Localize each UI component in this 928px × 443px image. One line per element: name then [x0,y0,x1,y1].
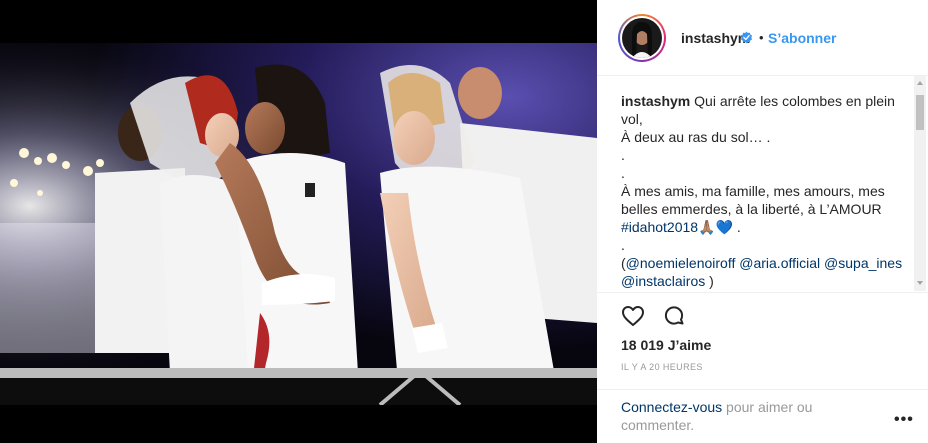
caption-line: . [621,237,625,253]
avatar-image [622,18,662,58]
scroll-up-arrow-icon[interactable] [914,78,926,88]
post-header: instashym • S’abonner [597,0,928,76]
caption-username[interactable]: instashym [621,93,690,109]
profile-avatar[interactable] [618,14,666,62]
mention-link[interactable]: @instaclairos [621,273,705,289]
divider [597,292,928,293]
post-photo[interactable] [0,43,597,405]
divider [597,389,928,390]
scroll-down-arrow-icon[interactable] [914,278,926,288]
follow-button[interactable]: S’abonner [768,30,836,46]
comment-bubble-icon[interactable] [662,304,686,328]
caption-line: À deux au ras du sol… . [621,129,771,145]
caption-line: À mes amis, ma famille, mes amours, mes … [621,183,885,217]
mention-link[interactable]: @supa_ines [824,255,902,271]
hashtag-link[interactable]: #idahot2018 [621,219,698,235]
caption-emoji: 🙏🏽💙 . [698,219,741,235]
more-options-icon[interactable]: ••• [894,411,914,429]
post-caption: instashym Qui arrête les colombes en ple… [621,92,906,290]
post-media [0,0,597,443]
scrollbar-thumb[interactable] [916,95,924,130]
login-link[interactable]: Connectez-vous [621,399,722,415]
mention-link[interactable]: @noemielenoiroff [626,255,736,271]
caption-line: . [621,165,625,181]
login-prompt: Connectez-vous pour aimer ou commenter. [621,398,861,434]
like-count[interactable]: 18 019 J’aime [621,337,711,353]
caption-scrollbar[interactable] [914,76,926,291]
mention-link[interactable]: @aria.official [739,255,820,271]
verified-badge-icon [740,31,753,44]
heart-icon[interactable] [621,304,645,328]
post-timestamp[interactable]: IL Y A 20 HEURES [621,362,703,372]
post-side-panel: instashym • S’abonner instashym Qui arrê… [597,0,928,443]
caption-line: . [621,147,625,163]
header-separator: • [759,30,764,45]
